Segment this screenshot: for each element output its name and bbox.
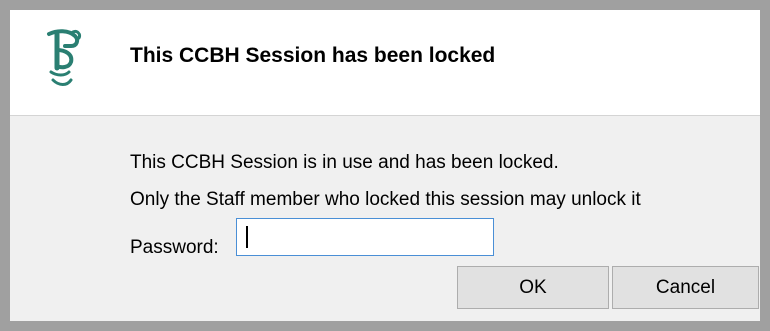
password-input[interactable] [236,218,494,256]
window-frame-top [0,0,770,10]
dialog-title: This CCBH Session has been locked [130,44,496,67]
message-line-2: Only the Staff member who locked this se… [130,189,641,210]
window-frame-right [760,0,770,331]
session-locked-dialog: This CCBH Session has been locked This C… [0,0,770,331]
window-frame-left [0,0,10,331]
window-frame-bottom [0,321,770,331]
text-caret [246,226,248,248]
dialog-header: This CCBH Session has been locked [10,10,760,116]
message-line-1: This CCBH Session is in use and has been… [130,152,559,173]
cancel-button[interactable]: Cancel [612,266,759,309]
ccbh-logo-icon [47,29,81,86]
ok-button[interactable]: OK [457,266,609,309]
password-label: Password: [130,237,219,258]
